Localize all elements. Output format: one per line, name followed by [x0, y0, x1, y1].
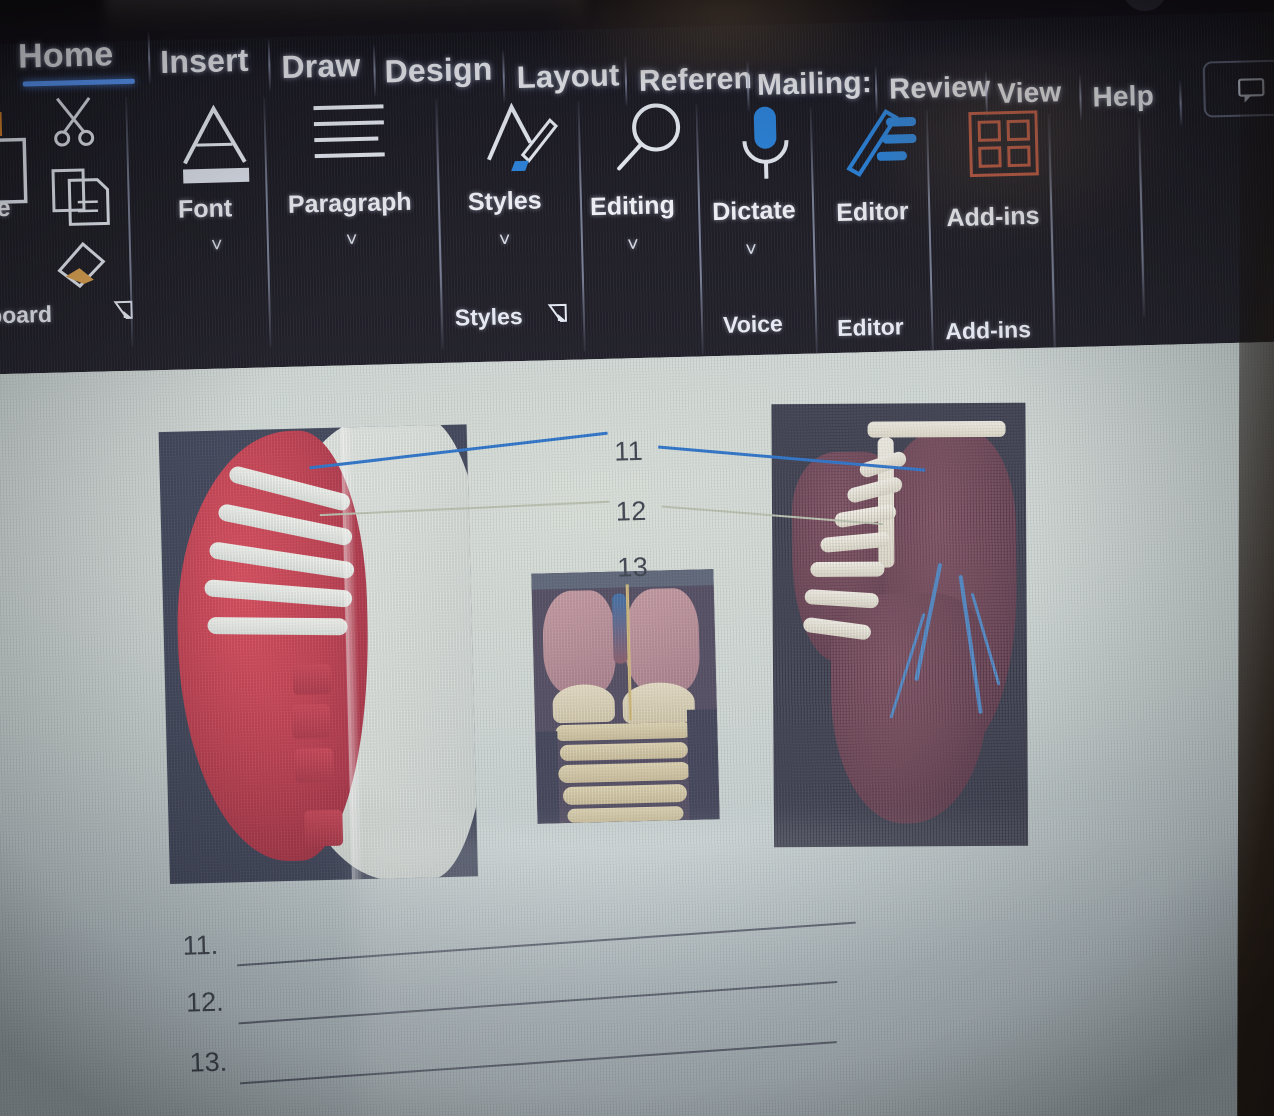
group-divider [263, 97, 272, 348]
answer-number-11: 11. [182, 929, 219, 961]
callout-number-12: 12 [615, 495, 648, 527]
editor-label: Editor [835, 197, 909, 227]
answer-blank-12[interactable] [238, 981, 838, 1025]
editing-label: Editing [589, 191, 676, 222]
callout-number-11: 11 [613, 435, 644, 467]
answer-blank-13[interactable] [240, 1041, 837, 1085]
paragraph-lines-icon[interactable] [309, 98, 391, 168]
format-painter-icon[interactable] [53, 235, 118, 293]
document-area[interactable]: 11 12 13 11. 12. 13. [0, 340, 1274, 1116]
group-divider [925, 110, 935, 361]
tab-insert[interactable]: Insert [160, 42, 249, 81]
tab-home[interactable]: Home [18, 35, 114, 76]
copy-icon[interactable] [49, 165, 117, 231]
group-divider [1137, 117, 1146, 318]
callout-number-13: 13 [616, 551, 649, 583]
clipboard-group-label: Clipboard [0, 300, 53, 330]
magnifier-icon[interactable] [607, 99, 691, 181]
paste-label: Paste [0, 193, 11, 224]
laptop-screen: BIO 210 Axial... ˅ SW e Home Insert Draw… [0, 0, 1274, 1116]
ribbon: Paste ˅ [0, 57, 1274, 383]
figure-left[interactable] [158, 424, 478, 885]
editor-pen-icon[interactable] [842, 103, 926, 187]
document-page[interactable]: 11 12 13 11. 12. 13. [0, 340, 1274, 1116]
chevron-down-icon[interactable]: ˅ [627, 234, 639, 256]
styles-dialog-launcher[interactable] [546, 302, 569, 327]
active-tab-underline [22, 78, 135, 87]
screen-glare [355, 814, 1187, 1116]
addins-label: Add-ins [946, 201, 1040, 233]
word-window-chrome: BIO 210 Axial... ˅ SW e Home Insert Draw… [0, 0, 1274, 384]
chevron-down-icon[interactable]: ˅ [745, 239, 757, 261]
microphone-icon[interactable] [730, 102, 802, 190]
group-divider [577, 101, 586, 352]
font-a-icon[interactable] [169, 98, 261, 190]
group-divider [695, 104, 704, 355]
photo-of-laptop-screen: BIO 210 Axial... ˅ SW e Home Insert Draw… [0, 0, 1274, 1116]
group-divider [1047, 113, 1057, 364]
paragraph-label: Paragraph [287, 187, 412, 219]
styles-brush-icon[interactable] [477, 98, 565, 180]
group-divider [809, 107, 818, 358]
chevron-down-icon[interactable]: ˅ [211, 235, 223, 257]
group-divider [435, 99, 444, 349]
dictate-label: Dictate [711, 195, 796, 227]
chevron-down-icon[interactable]: ˅ [346, 229, 358, 251]
styles-group-label: Styles [454, 302, 523, 331]
answer-number-13: 13. [189, 1046, 228, 1078]
font-label: Font [177, 194, 233, 224]
chevron-down-icon[interactable]: ˅ [499, 229, 511, 251]
tab-draw[interactable]: Draw [281, 47, 361, 86]
add-ins-grid-icon[interactable] [966, 108, 1044, 184]
answer-blank-11[interactable] [237, 921, 856, 967]
voice-group-label: Voice [722, 310, 784, 338]
tab-divider [147, 32, 151, 85]
cut-scissors-icon[interactable] [45, 92, 102, 151]
addins-group-label: Add-ins [945, 316, 1032, 345]
editor-group-label: Editor [836, 313, 904, 341]
answer-number-12: 12. [185, 986, 225, 1018]
styles-label: Styles [467, 186, 542, 217]
